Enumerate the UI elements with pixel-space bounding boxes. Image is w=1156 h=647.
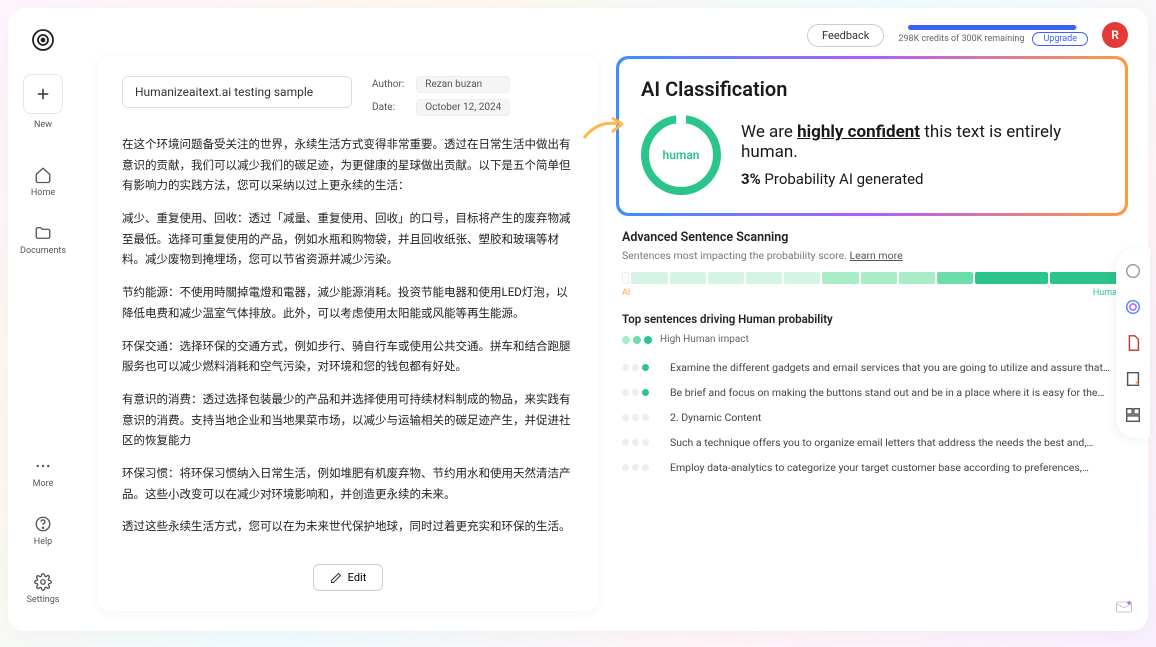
app-logo[interactable] xyxy=(27,24,59,56)
gear-icon xyxy=(34,573,52,591)
ai-label: AI xyxy=(622,288,630,298)
tool-rail xyxy=(1116,248,1150,438)
confidence-ring: human xyxy=(641,115,721,195)
result-panel: AI Classification human We are highly co… xyxy=(616,56,1128,611)
scan-title: Advanced Sentence Scanning xyxy=(622,230,1122,245)
sentence-row[interactable]: Examine the different gadgets and email … xyxy=(622,355,1122,380)
rail-doc-icon[interactable] xyxy=(1124,334,1142,352)
scan-subtitle: Sentences most impacting the probability… xyxy=(622,249,1122,262)
sidebar-item-home[interactable]: Home xyxy=(15,156,71,208)
scan-section: Advanced Sentence Scanning Sentences mos… xyxy=(616,216,1128,486)
classification-card: AI Classification human We are highly co… xyxy=(616,56,1128,216)
header: Feedback 298K credits of 300K remaining … xyxy=(807,22,1128,48)
classification-title: AI Classification xyxy=(641,77,1103,101)
paragraph: 减少、重复使用、回收：透过「减量、重复使用、回收」的口号，目标将产生的废弃物减至… xyxy=(122,208,574,270)
credits-meter: 298K credits of 300K remaining Upgrade xyxy=(898,25,1088,46)
paragraph: 环保习惯：将环保习惯纳入日常生活，例如堆肥有机废弃物、节约用水和使用天然清洁产品… xyxy=(122,463,574,504)
scan-bar xyxy=(622,272,1122,284)
impact-legend: High Human impact xyxy=(622,334,1122,345)
paragraph: 节约能源：不使用時關掉電燈和電器，減少能源消耗。投资节能电器和使用LED灯泡，以… xyxy=(122,282,574,323)
rail-edit-icon[interactable] xyxy=(1124,370,1142,388)
paragraph: 透过这些永续生活方式，您可以在为未来世代保护地球，同时过着更充实和环保的生活。 xyxy=(122,516,574,537)
rail-circle-icon[interactable] xyxy=(1124,262,1142,280)
feedback-button[interactable]: Feedback xyxy=(807,24,884,47)
probability-line: 3% Probability AI generated xyxy=(741,170,1103,188)
paragraph: 环保交通：选择环保的交通方式，例如步行、骑自行车或使用公共交通。拼车和结合跑腿服… xyxy=(122,336,574,377)
ring-label: human xyxy=(663,148,700,162)
sidebar-item-settings[interactable]: Settings xyxy=(15,563,71,615)
mail-sparkle-icon[interactable] xyxy=(1114,597,1134,617)
help-icon xyxy=(34,515,52,533)
learn-more-link[interactable]: Learn more xyxy=(850,249,903,262)
document-title-input[interactable] xyxy=(122,76,352,108)
paragraph: 有意识的消费：透过选择包装最少的产品和并选择使用可持续材料制成的物品，来实践有意… xyxy=(122,389,574,451)
sentence-row[interactable]: Employ data-analytics to categorize your… xyxy=(622,455,1122,480)
date-value: October 12, 2024 xyxy=(416,99,510,116)
arrow-icon xyxy=(582,114,626,144)
top-sentences-title: Top sentences driving Human probability xyxy=(622,312,1122,326)
upgrade-button[interactable]: Upgrade xyxy=(1032,32,1088,46)
author-label: Author: xyxy=(372,79,404,90)
document-panel: Author: Rezan buzan Date: October 12, 20… xyxy=(98,56,598,611)
sentence-row[interactable]: Be brief and focus on making the buttons… xyxy=(622,380,1122,405)
credits-text: 298K credits of 300K remaining xyxy=(898,34,1024,44)
pencil-icon xyxy=(330,572,342,584)
more-icon xyxy=(34,457,52,475)
sidebar: New Home Documents More Help Settings xyxy=(8,8,78,631)
sentence-row[interactable]: 2. Dynamic Content xyxy=(622,405,1122,430)
rail-target-icon[interactable] xyxy=(1124,298,1142,316)
home-icon xyxy=(34,166,52,184)
paragraph: 在这个环境问题备受关注的世界，永续生活方式变得非常重要。透过在日常生活中做出有意… xyxy=(122,134,574,196)
folder-icon xyxy=(34,224,52,242)
new-button[interactable] xyxy=(23,74,63,114)
confidence-statement: We are highly confident this text is ent… xyxy=(741,122,1103,162)
credits-bar xyxy=(908,25,1078,30)
avatar[interactable]: R xyxy=(1102,22,1128,48)
document-body: 在这个环境问题备受关注的世界，永续生活方式变得非常重要。透过在日常生活中做出有意… xyxy=(122,134,574,550)
sidebar-item-help[interactable]: Help xyxy=(15,505,71,557)
sentence-row[interactable]: Such a technique offers you to organize … xyxy=(622,430,1122,455)
new-label: New xyxy=(34,120,52,130)
sidebar-item-more[interactable]: More xyxy=(15,447,71,499)
sidebar-item-documents[interactable]: Documents xyxy=(15,214,71,266)
author-value: Rezan buzan xyxy=(416,76,510,93)
edit-button[interactable]: Edit xyxy=(313,564,384,591)
date-label: Date: xyxy=(372,102,404,113)
rail-grid-icon[interactable] xyxy=(1124,406,1142,424)
